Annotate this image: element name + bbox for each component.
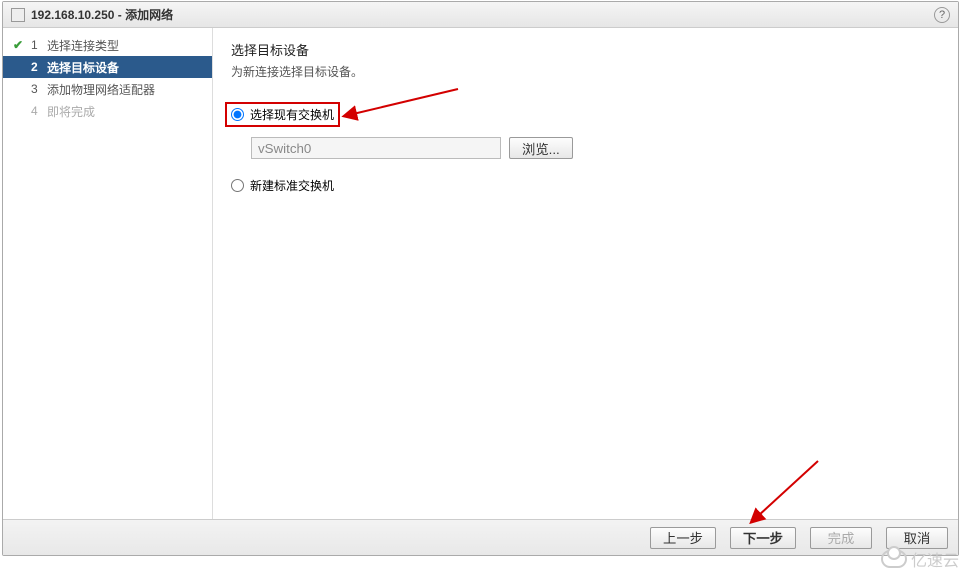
annotation-arrow-icon (343, 84, 463, 127)
step-number: 1 (31, 38, 43, 52)
finish-button: 完成 (810, 527, 872, 549)
radio-new-switch[interactable] (231, 179, 244, 192)
title-host: 192.168.10.250 (31, 8, 114, 22)
title-sep: - (114, 8, 125, 22)
title-text: 添加网络 (125, 8, 173, 22)
option-new-label: 新建标准交换机 (250, 177, 334, 194)
window-title: 192.168.10.250 - 添加网络 (31, 6, 934, 23)
back-button[interactable]: 上一步 (650, 527, 716, 549)
help-icon[interactable]: ? (934, 7, 950, 23)
checkmark-icon: ✔ (13, 38, 27, 52)
wizard-content: 选择目标设备 为新连接选择目标设备。 选择现有交换机 浏览... 新建标准交换机 (213, 28, 958, 519)
step-number: 3 (31, 82, 43, 96)
content-heading: 选择目标设备 (231, 40, 940, 59)
content-subheading: 为新连接选择目标设备。 (231, 63, 940, 80)
cloud-icon (881, 550, 907, 568)
step-number: 4 (31, 104, 43, 118)
host-icon (11, 8, 25, 22)
step-3[interactable]: ✔ 3 添加物理网络适配器 (3, 78, 212, 100)
radio-existing-switch[interactable] (231, 108, 244, 121)
wizard-dialog: 192.168.10.250 - 添加网络 ? ✔ 1 选择连接类型 ✔ 2 选… (2, 1, 959, 556)
step-number: 2 (31, 60, 43, 74)
wizard-footer: 上一步 下一步 完成 取消 (3, 519, 958, 555)
option-existing-label: 选择现有交换机 (250, 106, 334, 123)
wizard-steps-sidebar: ✔ 1 选择连接类型 ✔ 2 选择目标设备 ✔ 3 添加物理网络适配器 ✔ 4 … (3, 28, 213, 519)
step-label: 添加物理网络适配器 (47, 81, 155, 98)
switch-name-input (251, 137, 501, 159)
step-label: 即将完成 (47, 103, 95, 120)
titlebar: 192.168.10.250 - 添加网络 ? (3, 2, 958, 28)
step-label: 选择连接类型 (47, 37, 119, 54)
watermark: 亿速云 (881, 547, 959, 571)
option-existing-switch[interactable]: 选择现有交换机 (225, 102, 340, 127)
option-new-switch[interactable]: 新建标准交换机 (231, 177, 940, 194)
browse-button[interactable]: 浏览... (509, 137, 573, 159)
dialog-body: ✔ 1 选择连接类型 ✔ 2 选择目标设备 ✔ 3 添加物理网络适配器 ✔ 4 … (3, 28, 958, 519)
step-2[interactable]: ✔ 2 选择目标设备 (3, 56, 212, 78)
watermark-text: 亿速云 (911, 547, 959, 571)
step-label: 选择目标设备 (47, 59, 119, 76)
next-button[interactable]: 下一步 (730, 527, 796, 549)
step-4[interactable]: ✔ 4 即将完成 (3, 100, 212, 122)
existing-switch-row: 浏览... (251, 137, 940, 159)
step-1[interactable]: ✔ 1 选择连接类型 (3, 34, 212, 56)
